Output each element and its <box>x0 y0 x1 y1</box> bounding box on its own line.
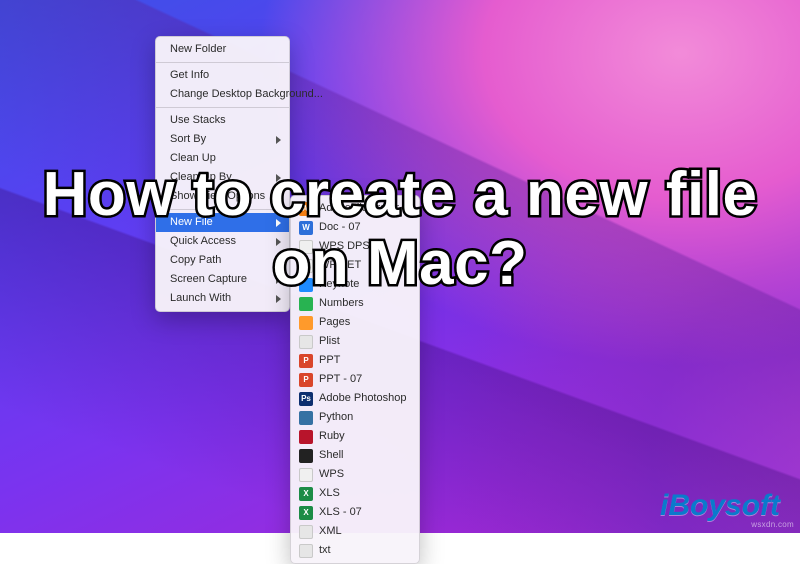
new-file-submenu-item[interactable]: txt <box>291 541 419 560</box>
submenu-item-label: Shell <box>319 448 343 463</box>
submenu-item-label: Ruby <box>319 429 345 444</box>
new-file-submenu-item[interactable]: Pages <box>291 313 419 332</box>
new-file-submenu-item[interactable]: Ps Adobe Photoshop <box>291 389 419 408</box>
file-type-icon: X <box>299 487 313 501</box>
submenu-item-label: Plist <box>319 334 340 349</box>
new-file-submenu-item[interactable]: Shell <box>291 446 419 465</box>
new-file-submenu-item[interactable]: P PPT - 07 <box>291 370 419 389</box>
file-type-icon: X <box>299 506 313 520</box>
new-file-submenu-item[interactable]: Plist <box>291 332 419 351</box>
file-type-icon <box>299 449 313 463</box>
article-headline: How to create a new file on Mac? <box>0 160 800 299</box>
menu-item-label: Sort By <box>170 132 206 147</box>
menu-item-label: New Folder <box>170 42 226 57</box>
menu-separator <box>156 62 289 63</box>
submenu-item-label: txt <box>319 543 331 558</box>
submenu-item-label: WPS <box>319 467 344 482</box>
watermark: wsxdn.com <box>751 520 794 529</box>
new-file-submenu-item[interactable]: P PPT <box>291 351 419 370</box>
file-type-icon: Ps <box>299 392 313 406</box>
new-file-submenu-item[interactable]: X XLS - 07 <box>291 503 419 522</box>
menu-separator <box>156 107 289 108</box>
new-file-submenu-item[interactable]: WPS <box>291 465 419 484</box>
context-menu-item[interactable]: Sort By <box>156 130 289 149</box>
context-menu-item[interactable]: Get Info <box>156 66 289 85</box>
file-type-icon <box>299 411 313 425</box>
context-menu-item[interactable]: Change Desktop Background... <box>156 85 289 104</box>
context-menu-item[interactable]: New Folder <box>156 40 289 59</box>
new-file-submenu-item[interactable]: Ruby <box>291 427 419 446</box>
menu-item-label: Change Desktop Background... <box>170 87 323 102</box>
file-type-icon <box>299 525 313 539</box>
submenu-item-label: Adobe Photoshop <box>319 391 406 406</box>
menu-item-label: Get Info <box>170 68 209 83</box>
file-type-icon <box>299 335 313 349</box>
brand-logo: iBoysoft <box>660 489 780 523</box>
submenu-item-label: Python <box>319 410 353 425</box>
submenu-item-label: PPT <box>319 353 340 368</box>
menu-item-label: Use Stacks <box>170 113 226 128</box>
submenu-item-label: Pages <box>319 315 350 330</box>
new-file-submenu-item[interactable]: X XLS <box>291 484 419 503</box>
file-type-icon: P <box>299 373 313 387</box>
file-type-icon <box>299 544 313 558</box>
context-menu-item[interactable]: Use Stacks <box>156 111 289 130</box>
file-type-icon <box>299 468 313 482</box>
new-file-submenu-item[interactable]: Python <box>291 408 419 427</box>
submenu-item-label: PPT - 07 <box>319 372 362 387</box>
submenu-item-label: XML <box>319 524 342 539</box>
file-type-icon: P <box>299 354 313 368</box>
file-type-icon <box>299 430 313 444</box>
submenu-item-label: XLS <box>319 486 340 501</box>
file-type-icon <box>299 316 313 330</box>
submenu-item-label: XLS - 07 <box>319 505 362 520</box>
new-file-submenu-item[interactable]: XML <box>291 522 419 541</box>
